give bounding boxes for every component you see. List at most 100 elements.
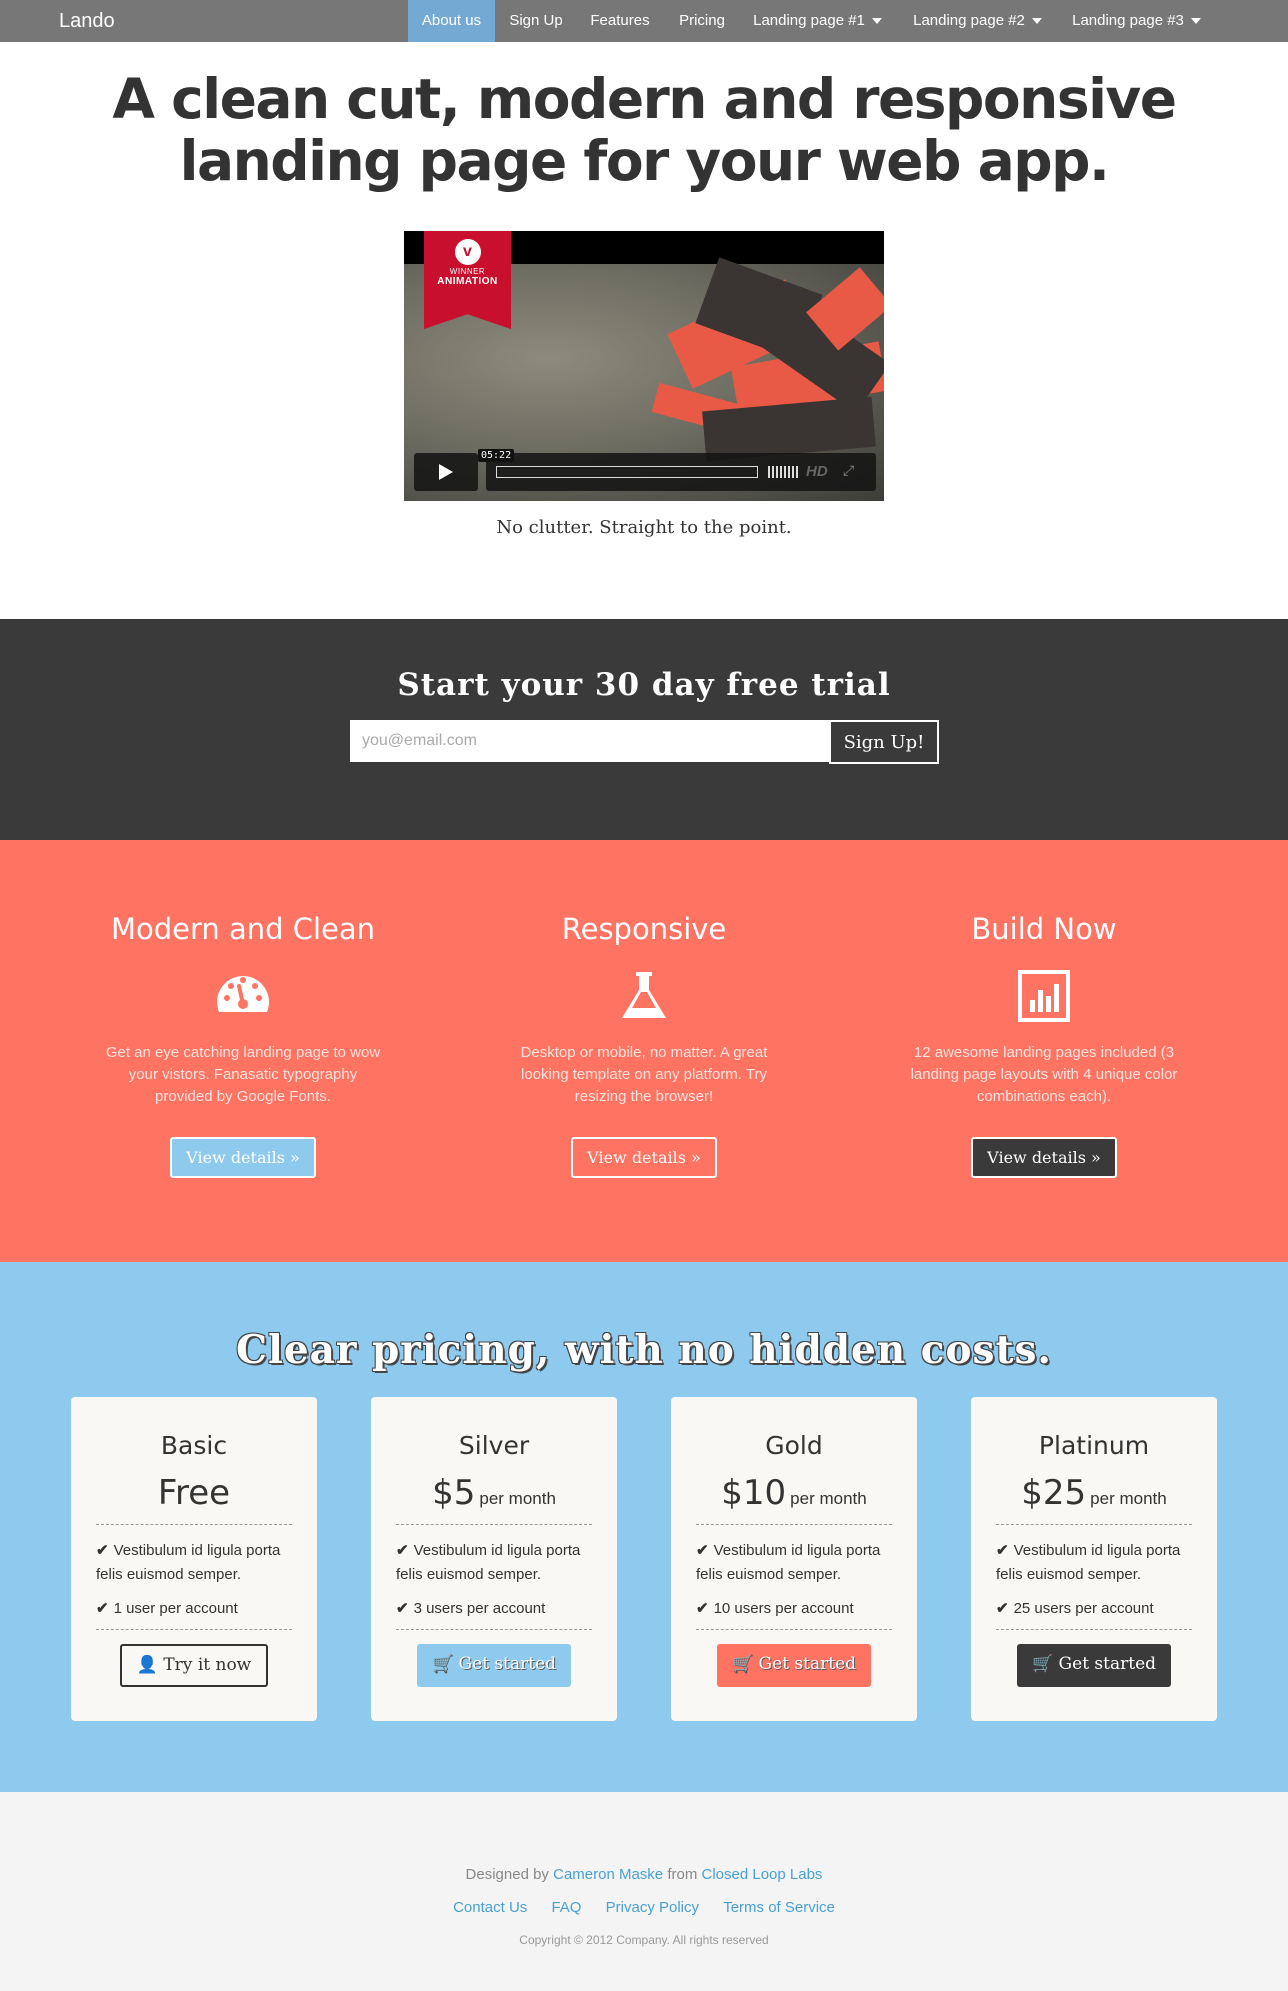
hero-tagline: No clutter. Straight to the point. xyxy=(496,517,792,538)
cart-icon: 🛒 xyxy=(731,1654,759,1674)
view-details-button[interactable]: View details » xyxy=(571,1137,717,1178)
plan-name: Gold xyxy=(765,1431,823,1460)
plan-users: ✔ 1 user per account xyxy=(96,1597,292,1621)
play-button[interactable] xyxy=(414,453,478,491)
navbar: Lando About us Sign Up Features Pricing … xyxy=(0,0,1288,42)
brand-logo[interactable]: Lando xyxy=(59,10,115,33)
plan-price: $5 per month xyxy=(371,1470,617,1516)
nav-item-landing-page-2[interactable]: Landing page #2 xyxy=(905,0,1050,42)
plan-users: ✔ 25 users per account xyxy=(996,1597,1192,1621)
volume-icon[interactable] xyxy=(768,466,798,478)
badge-winner-label: WINNER xyxy=(449,267,486,276)
hd-toggle[interactable]: HD xyxy=(806,463,828,480)
plan-price: Free xyxy=(71,1470,317,1516)
plan-name: Basic xyxy=(160,1431,228,1460)
nav-item-landing-page-3[interactable]: Landing page #3 xyxy=(1064,0,1209,42)
plan-users-text: 25 users per account xyxy=(1013,1600,1154,1617)
price-amount: $5 xyxy=(432,1473,476,1513)
plan-users-text: 10 users per account xyxy=(713,1600,854,1617)
plan-feature-text: Vestibulum id ligula porta felis euismod… xyxy=(96,1542,281,1583)
company-link[interactable]: Closed Loop Labs xyxy=(702,1866,823,1883)
feature-title: Modern and Clean xyxy=(110,912,376,946)
plan-feature: ✔ Vestibulum id ligula porta felis euismo… xyxy=(96,1539,292,1587)
plan-users-text: 1 user per account xyxy=(113,1600,238,1617)
dashboard-icon xyxy=(217,976,269,1012)
plan-users-text: 3 users per account xyxy=(413,1600,546,1617)
plan-name: Silver xyxy=(458,1431,530,1460)
price-period: per month xyxy=(790,1489,867,1508)
nav-item-sign-up[interactable]: Sign Up xyxy=(502,0,570,42)
trial-title: Start your 30 day free trial xyxy=(397,667,891,703)
cart-icon: 🛒 xyxy=(1031,1654,1059,1674)
footer: Designed by Cameron Maske from Closed Lo… xyxy=(0,1792,1288,1991)
nav-item-label: Pricing xyxy=(679,12,725,29)
feature-text: Get an eye catching landing page to wow … xyxy=(105,1044,381,1105)
user-icon: 👤 xyxy=(136,1655,164,1675)
price-amount: $25 xyxy=(1021,1473,1087,1513)
nav-item-label: Features xyxy=(590,12,650,29)
footer-link-contact-us[interactable]: Contact Us xyxy=(453,1899,527,1916)
feature-text: Desktop or mobile, no matter. A great lo… xyxy=(520,1044,768,1105)
nav-item-label: Landing page #2 xyxy=(913,12,1025,29)
button-label: Try it now xyxy=(163,1655,252,1675)
divider xyxy=(996,1629,1192,1630)
get-started-button[interactable]: 🛒 Get started xyxy=(716,1644,872,1687)
plan-users: ✔ 10 users per account xyxy=(696,1597,892,1621)
footer-links: Contact Us FAQ Privacy Policy Terms of S… xyxy=(0,1899,1288,1916)
author-link[interactable]: Cameron Maske xyxy=(553,1866,663,1883)
plan-card-gold: Gold $10 per month ✔ Vestibulum id ligula … xyxy=(671,1397,917,1721)
plan-card-platinum: Platinum $25 per month ✔ Vestibulum id lig… xyxy=(971,1397,1217,1721)
view-details-button[interactable]: View details » xyxy=(170,1137,316,1178)
get-started-button[interactable]: 🛒 Get started xyxy=(416,1644,572,1687)
divider xyxy=(996,1524,1192,1525)
credit-text: from xyxy=(667,1866,698,1883)
plan-card-silver: Silver $5 per month ✔ Vestibulum id ligula… xyxy=(371,1397,617,1721)
caret-down-icon xyxy=(871,18,882,25)
sign-up-button[interactable]: Sign Up! xyxy=(829,720,939,764)
divider xyxy=(96,1524,292,1525)
cart-icon: 🛒 xyxy=(431,1654,459,1674)
nav-item-landing-page-1[interactable]: Landing page #1 xyxy=(745,0,890,42)
try-it-now-button[interactable]: 👤 Try it now xyxy=(119,1644,269,1687)
divider xyxy=(696,1629,892,1630)
email-field[interactable] xyxy=(350,720,829,762)
vimeo-logo-icon: v xyxy=(454,239,481,265)
get-started-button[interactable]: 🛒 Get started xyxy=(1016,1644,1172,1687)
nav-item-pricing[interactable]: Pricing xyxy=(670,0,734,42)
nav-item-label: Landing page #1 xyxy=(753,12,865,29)
divider xyxy=(96,1629,292,1630)
trial-section: Start your 30 day free trial Sign Up! xyxy=(0,619,1288,840)
play-icon xyxy=(439,464,453,480)
hero-title-line-2: landing page for your web app. xyxy=(179,129,1110,193)
plan-feature: ✔ Vestibulum id ligula porta felis euismo… xyxy=(396,1539,592,1587)
credit-text: Designed by xyxy=(465,1866,549,1883)
nav-item-features[interactable]: Features xyxy=(580,0,660,42)
check-icon: ✔ xyxy=(96,1542,109,1559)
feature-responsive: Responsive Desktop or mobile, no matter.… xyxy=(494,840,794,1178)
flask-icon xyxy=(622,972,666,1018)
footer-link-terms-of-service[interactable]: Terms of Service xyxy=(723,1899,835,1916)
check-icon: ✔ xyxy=(396,1600,409,1617)
video-player[interactable]: v WINNER ANIMATION HD ⤢ 05:22 xyxy=(404,231,884,501)
check-icon: ✔ xyxy=(96,1600,109,1617)
footer-link-privacy-policy[interactable]: Privacy Policy xyxy=(606,1899,699,1916)
plan-feature-text: Vestibulum id ligula porta felis euismod… xyxy=(696,1542,881,1583)
award-badge: v WINNER ANIMATION xyxy=(424,231,511,329)
footer-link-faq[interactable]: FAQ xyxy=(551,1899,581,1916)
divider xyxy=(396,1524,592,1525)
footer-credit: Designed by Cameron Maske from Closed Lo… xyxy=(0,1866,1288,1883)
check-icon: ✔ xyxy=(696,1600,709,1617)
plan-card-basic: Basic Free ✔ Vestibulum id ligula porta f… xyxy=(71,1397,317,1721)
nav-item-label: Sign Up xyxy=(509,12,563,29)
video-controls: HD ⤢ xyxy=(486,453,876,491)
nav-item-about-us[interactable]: About us xyxy=(408,0,495,42)
progress-bar[interactable] xyxy=(496,466,758,478)
price-amount: $10 xyxy=(721,1473,787,1513)
check-icon: ✔ xyxy=(996,1542,1009,1559)
feature-build-now: Build Now 12 awesome landing pages inclu… xyxy=(894,840,1194,1178)
view-details-button[interactable]: View details » xyxy=(971,1137,1117,1178)
fullscreen-icon[interactable]: ⤢ xyxy=(843,462,854,479)
plan-feature-text: Vestibulum id ligula porta felis euismod… xyxy=(396,1542,581,1583)
plan-price: $25 per month xyxy=(971,1470,1217,1516)
hero-title-line-1: A clean cut, modern and responsive xyxy=(112,67,1177,131)
